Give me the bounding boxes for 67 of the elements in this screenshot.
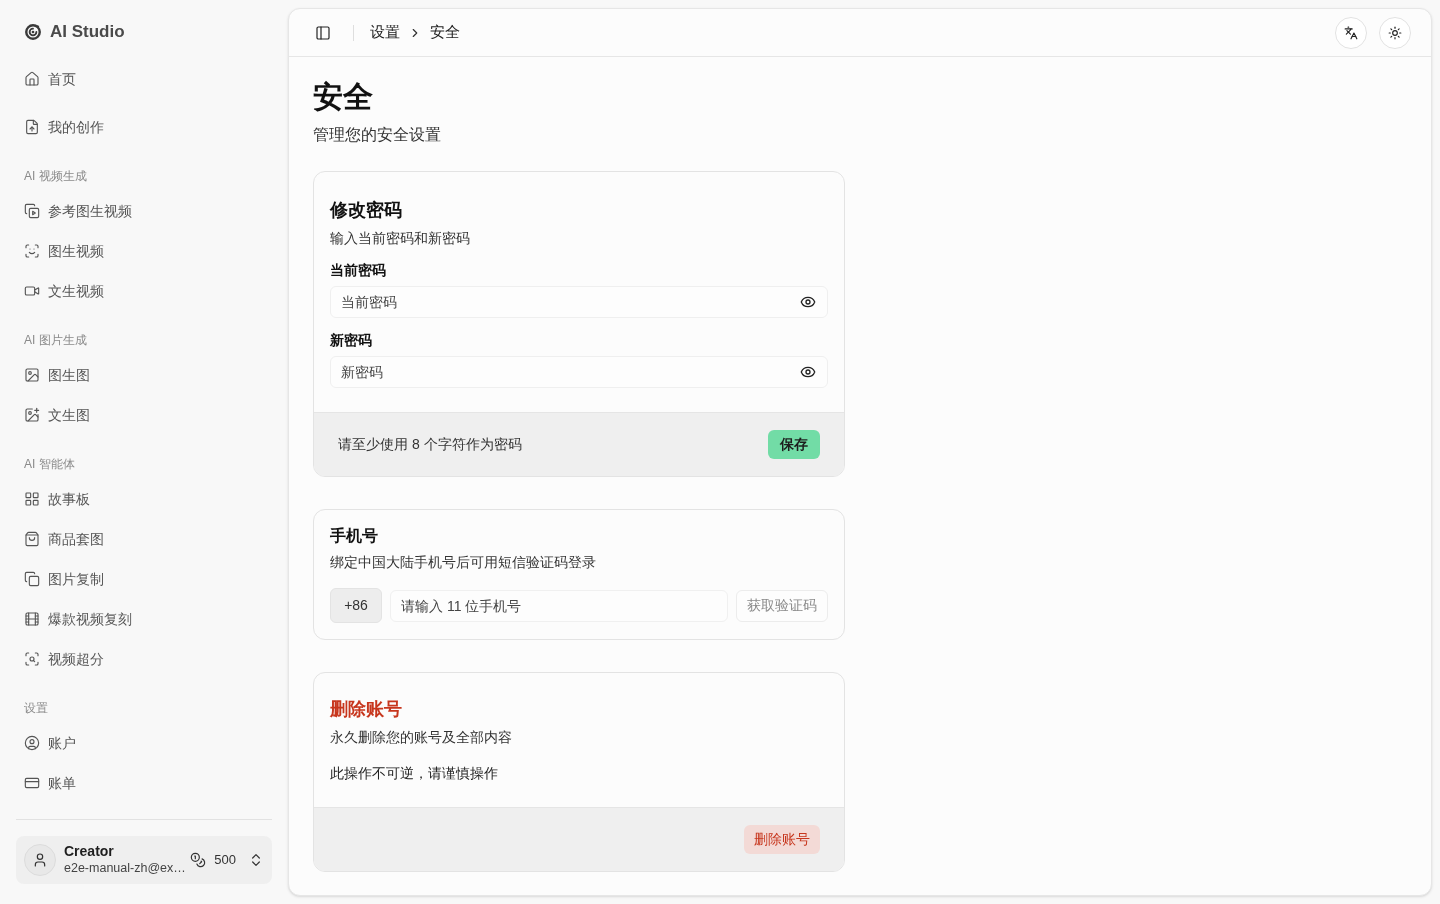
user-email: e2e-manual-zh@ex…: [64, 860, 183, 877]
password-hint: 请至少使用 8 个字符作为密码: [338, 435, 522, 454]
breadcrumb-link[interactable]: 设置: [370, 21, 400, 44]
file-upload-icon: [24, 119, 40, 135]
sidebar-item[interactable]: 爆款视频复刻: [16, 599, 272, 639]
shopping-bag-icon: [24, 531, 40, 547]
section-heading: 设置: [24, 700, 48, 717]
sun-icon: [1388, 25, 1402, 40]
scan-face-icon: [24, 243, 40, 259]
eye-icon: [800, 294, 816, 310]
card-title: 手机号: [330, 526, 379, 546]
sidebar-item[interactable]: 账单: [16, 763, 272, 803]
card-description: 绑定中国大陆手机号后可用短信验证码登录: [330, 553, 597, 572]
sidebar-item[interactable]: 图片复制: [16, 559, 272, 599]
image-plus-icon: [24, 407, 40, 423]
section-heading: AI 视频生成: [24, 168, 87, 185]
avatar-user-icon: [24, 844, 56, 876]
swirl-logo-icon: [24, 23, 42, 41]
page-subtitle: 管理您的安全设置: [313, 125, 442, 145]
sidebar-item[interactable]: 图生视频: [16, 231, 272, 271]
image-icon: [24, 367, 40, 383]
panel-left-icon: [315, 24, 331, 41]
card-title: 修改密码: [330, 199, 403, 222]
sidebar-item[interactable]: 文生图: [16, 395, 272, 435]
section-heading: AI 智能体: [24, 456, 75, 473]
sidebar-item[interactable]: 故事板: [16, 479, 272, 519]
sidebar-item[interactable]: 首页: [16, 59, 272, 99]
sidebar-item[interactable]: 参考图生视频: [16, 191, 272, 231]
credit-card-icon: [24, 775, 40, 791]
delete-account-button[interactable]: 删除账号: [744, 825, 820, 854]
warning-text: 此操作不可逆，请谨慎操作: [330, 764, 499, 783]
copy-icon: [24, 571, 40, 587]
sidebar-item[interactable]: 账户: [16, 723, 272, 763]
breadcrumb-current: 安全: [430, 22, 460, 43]
card-description: 永久删除您的账号及全部内容: [330, 728, 513, 747]
brand-name: AI Studio: [50, 21, 125, 44]
language-button[interactable]: [1335, 16, 1367, 49]
user-circle-icon: [24, 735, 40, 751]
user-card[interactable]: Creator e2e-manual-zh@ex… 500: [16, 836, 272, 884]
translate-icon: [1344, 25, 1358, 40]
scan-search-icon: [24, 651, 40, 667]
home-icon: [24, 71, 40, 87]
credit-count: 500: [214, 851, 236, 870]
coins-icon: [190, 852, 207, 868]
phone-input[interactable]: 请输入 11 位手机号: [390, 589, 728, 622]
card-title: 删除账号: [330, 698, 403, 721]
page-title: 安全: [313, 79, 374, 115]
sidebar-item[interactable]: 图生图: [16, 355, 272, 395]
sidebar-item[interactable]: 商品套图: [16, 519, 272, 559]
save-button[interactable]: 保存: [768, 430, 820, 459]
video-camera-icon: [24, 283, 40, 299]
password-input[interactable]: 新密码: [330, 356, 828, 388]
field-label: 当前密码: [330, 261, 387, 280]
sidebar-item[interactable]: 视频超分: [16, 639, 272, 679]
sidebar-item[interactable]: 文生视频: [16, 271, 272, 311]
eye-icon: [800, 364, 816, 380]
field-label: 新密码: [330, 331, 373, 350]
film-icon: [24, 611, 40, 627]
user-name: Creator: [64, 843, 115, 861]
section-heading: AI 图片生成: [24, 332, 87, 349]
password-input[interactable]: 当前密码: [330, 286, 828, 318]
card-description: 输入当前密码和新密码: [330, 229, 471, 248]
country-code: +86: [330, 588, 382, 623]
sidebar-item[interactable]: 我的创作: [16, 107, 272, 147]
theme-toggle-button[interactable]: [1379, 16, 1411, 49]
overlapping-squares-play-icon: [24, 203, 40, 219]
grid-icon: [24, 491, 40, 507]
